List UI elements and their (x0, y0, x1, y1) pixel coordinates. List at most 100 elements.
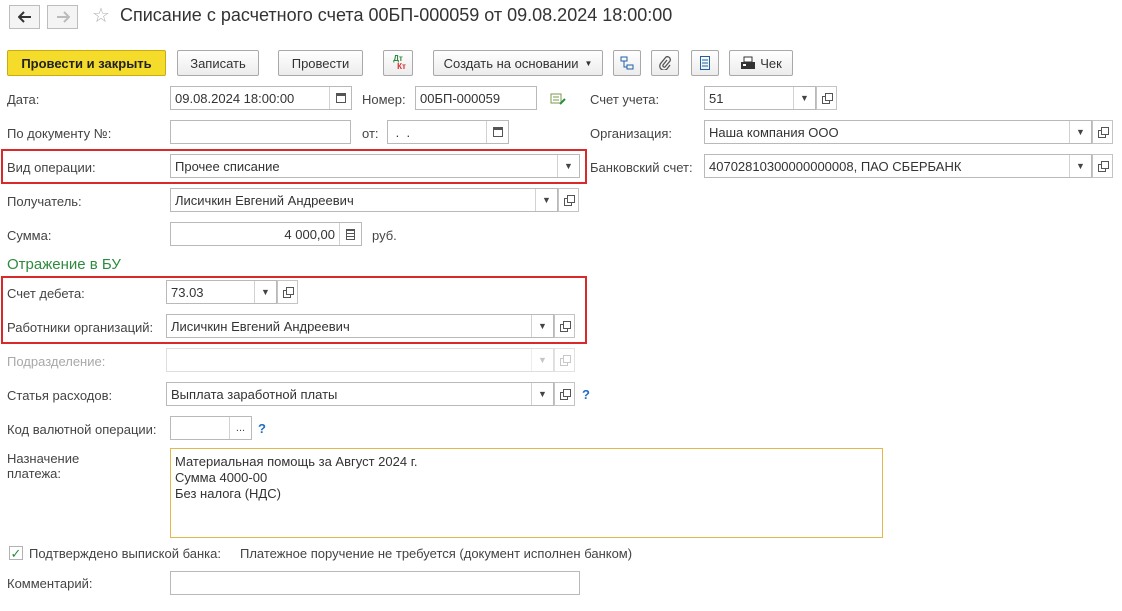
expense-item-open-button[interactable] (554, 382, 575, 406)
calculator-button[interactable] (339, 223, 361, 245)
recipient-label: Получатель: (7, 194, 82, 209)
payment-purpose-line: Материальная помощь за Август 2024 г. (175, 454, 418, 469)
comment-field[interactable] (170, 571, 580, 595)
doc-from-value: . . (392, 124, 411, 140)
open-window-icon (282, 287, 294, 298)
doc-from-field[interactable]: . . (387, 120, 509, 144)
expense-item-label: Статья расходов: (7, 388, 113, 403)
cash-register-icon (741, 56, 756, 69)
chevron-down-icon: ▼ (531, 349, 553, 371)
organization-open-button[interactable] (1092, 120, 1113, 144)
edit-number-icon[interactable] (550, 92, 566, 106)
doc-no-field[interactable] (170, 120, 351, 144)
chevron-down-icon[interactable]: ▼ (531, 383, 553, 405)
recipient-field[interactable]: Лисичкин Евгений Андреевич ▼ (170, 188, 558, 212)
structure-button[interactable] (613, 50, 641, 76)
bank-account-open-button[interactable] (1092, 154, 1113, 178)
doc-no-label: По документу №: (7, 126, 112, 141)
currency-op-code-help-icon[interactable]: ? (258, 421, 266, 436)
calendar-button[interactable] (329, 87, 351, 109)
employees-value: Лисичкин Евгений Андреевич (171, 318, 350, 334)
account-label: Счет учета: (590, 92, 660, 107)
chevron-down-icon[interactable]: ▼ (1069, 155, 1091, 177)
date-field[interactable]: 09.08.2024 18:00:00 (170, 86, 352, 110)
operation-type-label: Вид операции: (7, 160, 96, 175)
organization-field[interactable]: Наша компания ООО ▼ (704, 120, 1092, 144)
department-open-button (554, 348, 575, 372)
chevron-down-icon[interactable]: ▼ (793, 87, 815, 109)
chevron-down-icon[interactable]: ▼ (535, 189, 557, 211)
department-field: ▼ (166, 348, 554, 372)
employees-open-button[interactable] (554, 314, 575, 338)
debit-account-open-button[interactable] (277, 280, 298, 304)
comment-label: Комментарий: (7, 576, 93, 591)
expense-item-help-icon[interactable]: ? (582, 387, 590, 402)
bank-confirmed-label: Подтверждено выпиской банка: (29, 546, 221, 561)
operation-type-field[interactable]: Прочее списание ▼ (170, 154, 580, 178)
attach-button[interactable] (651, 50, 679, 76)
open-window-icon (1097, 127, 1109, 138)
calculator-icon (346, 228, 355, 240)
chevron-down-icon[interactable]: ▼ (531, 315, 553, 337)
chevron-down-icon[interactable]: ▼ (557, 155, 579, 177)
post-button[interactable]: Провести (278, 50, 363, 76)
account-field[interactable]: 51 ▼ (704, 86, 816, 110)
list-icon (700, 56, 710, 70)
employees-label: Работники организаций: (7, 320, 154, 335)
paperclip-icon (659, 56, 671, 70)
debit-account-field[interactable]: 73.03 ▼ (166, 280, 277, 304)
recipient-open-button[interactable] (558, 188, 579, 212)
post-and-close-button[interactable]: Провести и закрыть (7, 50, 166, 76)
select-button[interactable]: ... (229, 417, 251, 439)
dt-kt-button[interactable]: Дт Кт (383, 50, 413, 76)
favorite-star-icon[interactable]: ☆ (92, 6, 110, 26)
account-open-button[interactable] (816, 86, 837, 110)
bank-account-label: Банковский счет: (590, 160, 693, 175)
receipt-label: Чек (760, 55, 782, 71)
create-based-on-label: Создать на основании (443, 55, 579, 71)
organization-value: Наша компания ООО (709, 124, 839, 140)
chevron-down-icon: ▼ (584, 58, 593, 68)
bank-account-value: 40702810300000000008, ПАО СБЕРБАНК (709, 158, 962, 174)
payment-purpose-label-line1: Назначение (7, 451, 80, 466)
calendar-button[interactable] (486, 121, 508, 143)
chevron-down-icon[interactable]: ▼ (254, 281, 276, 303)
organization-label: Организация: (590, 126, 673, 141)
dt-kt-icon-bottom: Кт (397, 62, 406, 71)
chevron-down-icon[interactable]: ▼ (1069, 121, 1091, 143)
number-field[interactable]: 00БП-000059 (415, 86, 537, 110)
amount-label: Сумма: (7, 228, 52, 243)
currency-op-code-label: Код валютной операции: (7, 422, 157, 437)
debit-account-label: Счет дебета: (7, 286, 85, 301)
amount-value: 4 000,00 (284, 226, 335, 242)
page-title: Списание с расчетного счета 00БП-000059 … (120, 5, 673, 25)
number-label: Номер: (362, 92, 406, 107)
section-title: Отражение в БУ (7, 256, 121, 273)
payment-purpose-line: Сумма 4000-00 (175, 470, 268, 485)
currency-op-code-field[interactable]: ... (170, 416, 252, 440)
expense-item-value: Выплата заработной платы (171, 386, 338, 402)
expense-item-field[interactable]: Выплата заработной платы ▼ (166, 382, 554, 406)
hierarchy-icon (620, 56, 634, 70)
report-button[interactable] (691, 50, 719, 76)
calendar-icon (335, 93, 346, 103)
back-button[interactable] (9, 5, 40, 29)
employees-field[interactable]: Лисичкин Евгений Андреевич ▼ (166, 314, 554, 338)
open-window-icon (559, 355, 571, 366)
bank-account-field[interactable]: 40702810300000000008, ПАО СБЕРБАНК ▼ (704, 154, 1092, 178)
calendar-icon (492, 127, 503, 137)
arrow-right-icon (56, 11, 70, 23)
amount-field[interactable]: 4 000,00 (170, 222, 362, 246)
payment-purpose-label-line2: платежа: (7, 466, 61, 481)
debit-account-value: 73.03 (171, 284, 204, 300)
receipt-button[interactable]: Чек (729, 50, 793, 76)
doc-from-label: от: (362, 126, 379, 141)
open-window-icon (821, 93, 833, 104)
date-label: Дата: (7, 92, 40, 107)
payment-purpose-textarea[interactable]: Материальная помощь за Август 2024 г. Су… (170, 448, 883, 538)
create-based-on-button[interactable]: Создать на основании ▼ (433, 50, 603, 76)
currency-label: руб. (372, 228, 397, 243)
forward-button[interactable] (47, 5, 78, 29)
bank-confirmed-checkbox[interactable]: ✓ (9, 546, 23, 560)
save-button[interactable]: Записать (177, 50, 259, 76)
